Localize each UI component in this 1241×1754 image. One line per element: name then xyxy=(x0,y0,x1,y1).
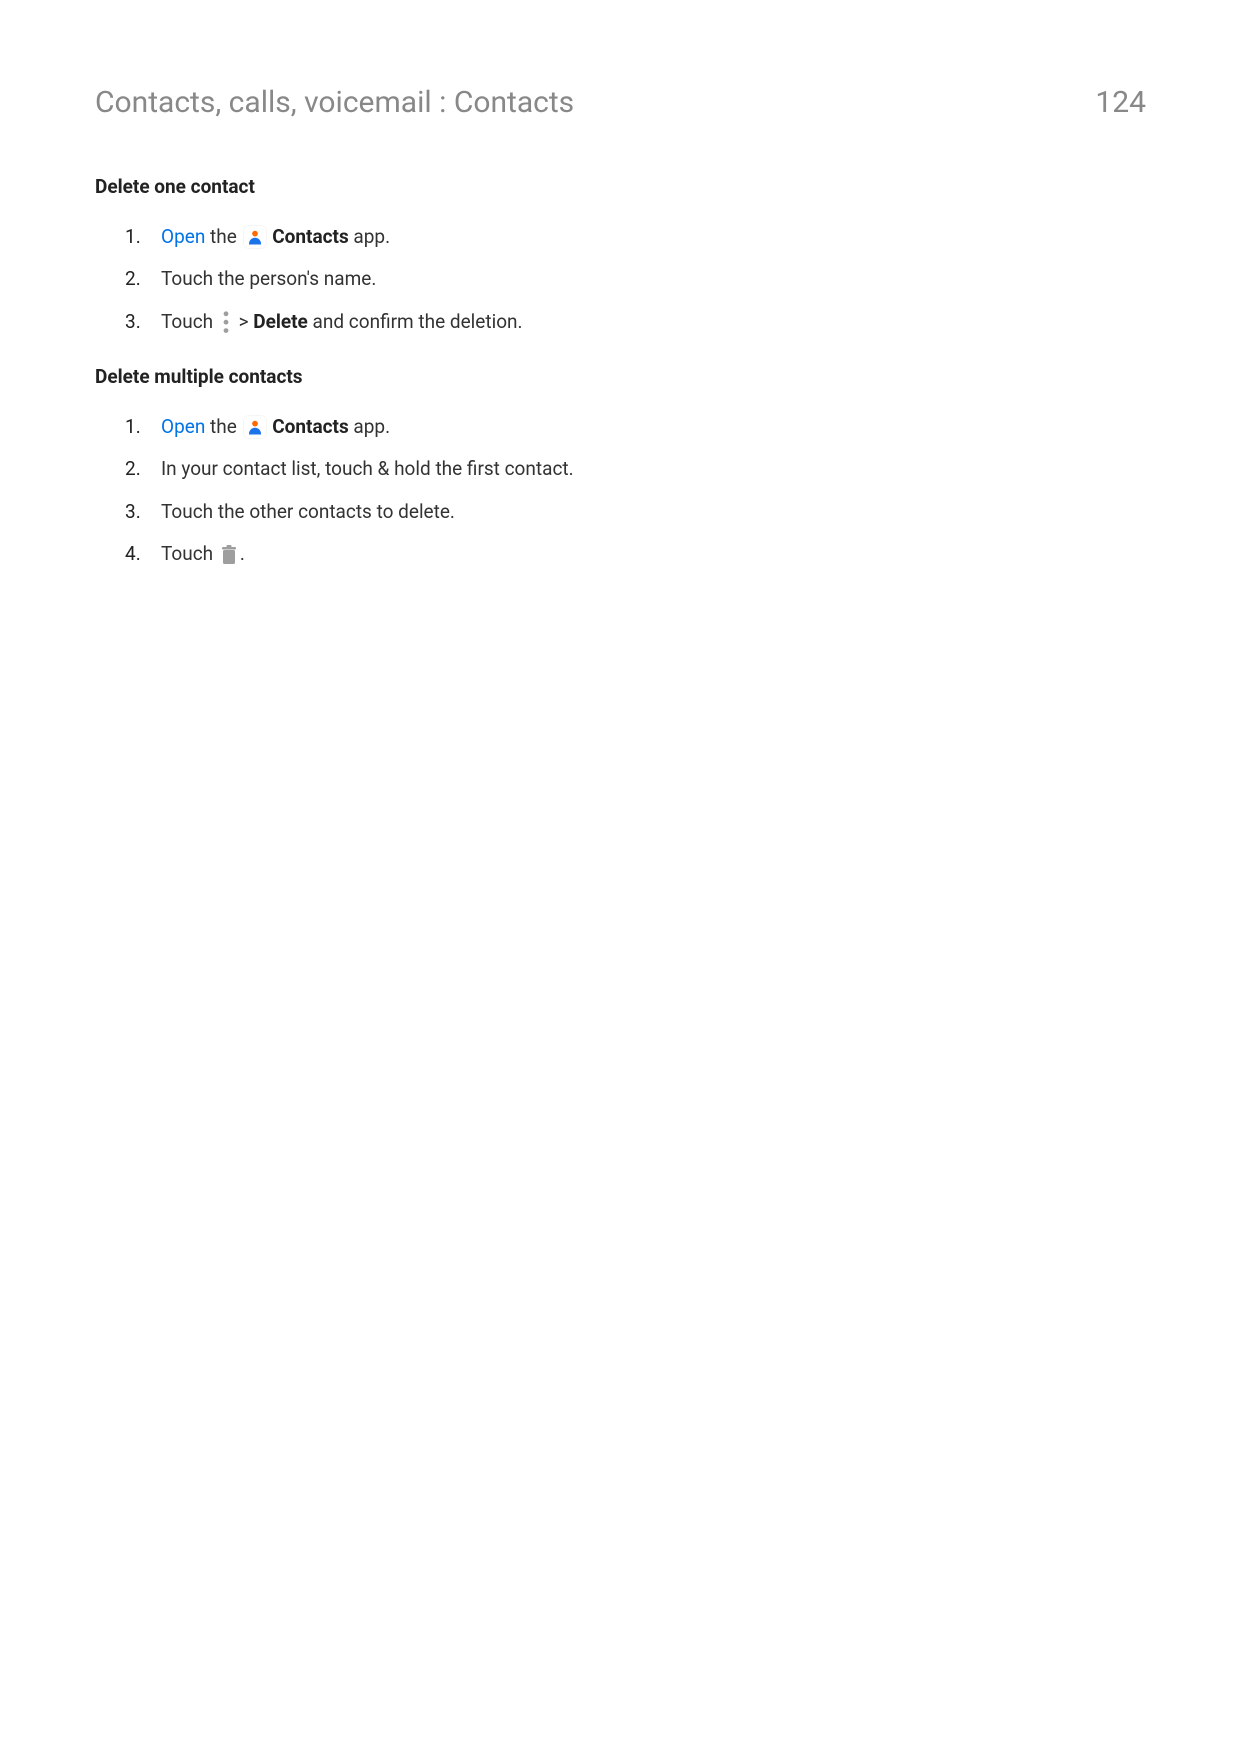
text-period: . xyxy=(240,542,245,565)
contacts-label: Contacts xyxy=(272,415,349,438)
step-item: Touch the person's name. xyxy=(125,258,1146,301)
step-text: In your contact list, touch & hold the f… xyxy=(161,457,574,480)
step-item: Touch . xyxy=(125,533,1146,576)
step-item: Open the Contacts app. xyxy=(125,216,1146,259)
step-item: Open the Contacts app. xyxy=(125,406,1146,449)
text-app: app. xyxy=(349,225,390,248)
page-number: 124 xyxy=(1095,80,1146,125)
text-touch: Touch xyxy=(161,310,218,333)
page-content: Delete one contact Open the Contacts app… xyxy=(125,173,1146,576)
step-text: Touch the person's name. xyxy=(161,267,376,290)
step-item: In your contact list, touch & hold the f… xyxy=(125,448,1146,491)
section-heading-delete-multiple: Delete multiple contacts xyxy=(95,363,1146,392)
text-gt: > xyxy=(234,310,253,333)
text-rest: and confirm the deletion. xyxy=(308,310,523,333)
step-item: Touch > Delete and confirm the deletion. xyxy=(125,301,1146,344)
text-the: the xyxy=(205,225,241,248)
steps-delete-multiple: Open the Contacts app. In your contact l… xyxy=(125,406,1146,576)
contacts-app-icon xyxy=(244,226,266,248)
open-link[interactable]: Open xyxy=(161,225,205,248)
step-text: Touch the other contacts to delete. xyxy=(161,500,455,523)
breadcrumb: Contacts, calls, voicemail : Contacts xyxy=(95,80,574,125)
page-header: Contacts, calls, voicemail : Contacts 12… xyxy=(95,80,1146,125)
open-link[interactable]: Open xyxy=(161,415,205,438)
text-app: app. xyxy=(349,415,390,438)
trash-icon xyxy=(220,545,238,565)
step-item: Touch the other contacts to delete. xyxy=(125,491,1146,534)
section-heading-delete-one: Delete one contact xyxy=(95,173,1146,202)
text-touch: Touch xyxy=(161,542,218,565)
steps-delete-one: Open the Contacts app. Touch the person'… xyxy=(125,216,1146,344)
delete-label: Delete xyxy=(253,310,308,333)
contacts-label: Contacts xyxy=(272,225,349,248)
text-the: the xyxy=(205,415,241,438)
more-vert-icon xyxy=(220,311,232,333)
contacts-app-icon xyxy=(244,416,266,438)
